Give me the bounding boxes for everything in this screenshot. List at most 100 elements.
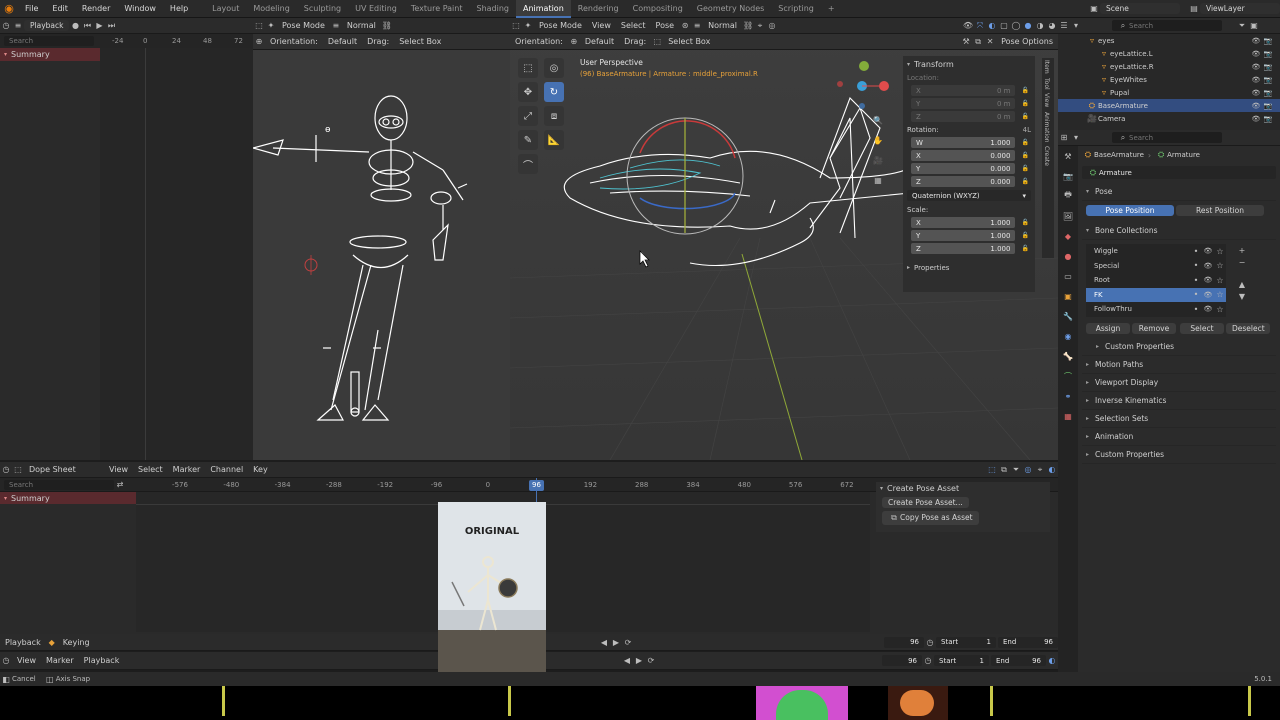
- outliner-row[interactable]: 🎥 Camera 👁 📷: [1058, 112, 1280, 125]
- editor-type-icon[interactable]: ⬚: [510, 20, 522, 32]
- tab-layout[interactable]: Layout: [205, 0, 246, 18]
- menu-view[interactable]: View: [587, 21, 616, 30]
- play-reverse-icon[interactable]: ◀: [621, 655, 633, 667]
- blender-logo-icon[interactable]: ◉: [0, 0, 18, 18]
- lock-icon[interactable]: 🔓: [1019, 111, 1031, 123]
- visibility-eye-icon[interactable]: 👁: [1202, 289, 1214, 301]
- menu-edit[interactable]: Edit: [45, 4, 75, 13]
- play-icon[interactable]: ▶: [633, 655, 645, 667]
- scale-x-field[interactable]: X 1.000: [911, 217, 1016, 228]
- tab-animation[interactable]: Animation: [515, 0, 571, 18]
- location-y-field[interactable]: Y0 m: [911, 98, 1016, 109]
- outliner-type-icon[interactable]: ☰: [1058, 20, 1070, 32]
- left-ruler[interactable]: -24 0 24 48 72: [100, 34, 253, 48]
- lock-icon[interactable]: 🔓: [1019, 176, 1031, 188]
- visibility-eye-icon[interactable]: 👁: [1202, 274, 1214, 286]
- zoom-icon[interactable]: 🔍: [872, 114, 884, 126]
- solo-icon[interactable]: •: [1190, 260, 1202, 272]
- outliner-row[interactable]: ⛭ BaseArmature 👁 📷: [1058, 99, 1280, 112]
- sidebar-tab-view[interactable]: View: [1042, 91, 1051, 109]
- bone-collection-item[interactable]: Root • 👁 ☆: [1086, 273, 1226, 288]
- end-frame-field-2[interactable]: End 96: [991, 655, 1046, 666]
- play-icon[interactable]: ▶: [610, 636, 622, 648]
- pan-hand-icon[interactable]: ✋: [872, 134, 884, 146]
- timeline-playback-menu[interactable]: Playback: [0, 638, 46, 647]
- custom-properties-section[interactable]: ▸ Custom Properties: [1082, 446, 1276, 464]
- tab-shading[interactable]: Shading: [469, 0, 516, 18]
- outliner-row[interactable]: ▿ Pupal 👁 📷: [1058, 86, 1280, 99]
- properties-search-input[interactable]: ⌕ Search: [1112, 132, 1222, 143]
- cursor-tool-icon[interactable]: ◎: [544, 58, 564, 78]
- lock-icon[interactable]: 🔓: [1019, 98, 1031, 110]
- ds-menu-marker[interactable]: Marker: [168, 465, 206, 474]
- properties-subpanel[interactable]: Properties: [914, 264, 949, 272]
- pose-section[interactable]: ▾ Pose: [1082, 183, 1276, 201]
- render-camera-icon[interactable]: 📷: [1262, 35, 1274, 47]
- remove-button[interactable]: Remove: [1132, 322, 1176, 334]
- lock-icon[interactable]: 🔓: [1019, 137, 1031, 149]
- record-icon[interactable]: ●: [69, 20, 81, 32]
- left-shading-selector[interactable]: Normal: [342, 21, 381, 30]
- overlay-icon[interactable]: ◐: [986, 20, 998, 32]
- collection-tab-icon[interactable]: ▭: [1062, 270, 1074, 282]
- editor-type-icon[interactable]: ◷: [0, 655, 12, 667]
- material-shading-icon[interactable]: ◑: [1034, 20, 1046, 32]
- armature-name-field[interactable]: ⛭ Armature: [1082, 166, 1276, 179]
- tab-geometry-nodes[interactable]: Geometry Nodes: [690, 0, 771, 18]
- proportional-icon[interactable]: ◎: [1022, 464, 1034, 476]
- constraint-tab-icon[interactable]: ⚭: [1062, 390, 1074, 402]
- display-mode-icon[interactable]: ▾: [1070, 20, 1082, 32]
- ds-menu-select[interactable]: Select: [133, 465, 168, 474]
- menu-render[interactable]: Render: [75, 4, 117, 13]
- visibility-eye-icon[interactable]: 👁: [1202, 245, 1214, 257]
- lock-icon[interactable]: 🔓: [1019, 163, 1031, 175]
- gizmo-icon[interactable]: ⤧: [974, 20, 986, 32]
- tl-menu-playback[interactable]: Playback: [79, 656, 125, 665]
- clock-icon[interactable]: ◷: [922, 655, 934, 667]
- star-icon[interactable]: ☆: [1214, 303, 1226, 315]
- start-frame-field-1[interactable]: Start 1: [936, 636, 996, 648]
- dope-sheet-mode-selector[interactable]: Dope Sheet: [24, 465, 104, 474]
- ds-menu-view[interactable]: View: [104, 465, 133, 474]
- overlay-icon[interactable]: ◐: [1046, 655, 1058, 667]
- lock-icon[interactable]: 🔓: [1019, 217, 1031, 229]
- copy-pose-asset-button[interactable]: ⧉ Copy Pose as Asset: [882, 511, 979, 525]
- bone-collection-item[interactable]: FK • 👁 ☆: [1086, 287, 1226, 302]
- modifier-tab-icon[interactable]: 🔧: [1062, 310, 1074, 322]
- scene-tab-icon[interactable]: ◆: [1062, 230, 1074, 242]
- tab-sculpting[interactable]: Sculpting: [297, 0, 348, 18]
- render-camera-icon[interactable]: 📷: [1262, 100, 1274, 112]
- visibility-eye-icon[interactable]: 👁: [1250, 74, 1262, 86]
- sidebar-tab-create[interactable]: Create: [1042, 144, 1051, 168]
- solid-shading-icon[interactable]: ●: [1022, 20, 1034, 32]
- scale-y-field[interactable]: Y 1.000: [911, 230, 1016, 241]
- visibility-eye-icon[interactable]: 👁: [1250, 35, 1262, 47]
- visibility-eye-icon[interactable]: 👁: [1202, 260, 1214, 272]
- rotate-tool-icon[interactable]: ↻: [544, 82, 564, 102]
- outliner-row[interactable]: ▿ eyeLattice.R 👁 📷: [1058, 60, 1280, 73]
- camera-view-icon[interactable]: 🎥: [872, 154, 884, 166]
- solo-icon[interactable]: •: [1190, 303, 1202, 315]
- move-tool-icon[interactable]: ✥: [518, 82, 538, 102]
- bone-tool-icon[interactable]: ⌒: [518, 154, 538, 174]
- bone-collection-item[interactable]: Special • 👁 ☆: [1086, 259, 1226, 274]
- menu-file[interactable]: File: [18, 4, 45, 13]
- create-pose-asset-button[interactable]: Create Pose Asset...: [882, 497, 969, 508]
- grid-view-icon[interactable]: ▦: [872, 174, 884, 186]
- tab-scripting[interactable]: Scripting: [771, 0, 821, 18]
- play-reverse-icon[interactable]: ◀: [598, 636, 610, 648]
- tool-tab-icon[interactable]: ⚒: [1062, 150, 1074, 162]
- tl-menu-marker[interactable]: Marker: [41, 656, 79, 665]
- current-frame-indicator[interactable]: 96: [529, 480, 544, 491]
- bone-collection-item[interactable]: Wiggle • 👁 ☆: [1086, 244, 1226, 259]
- filter-icon[interactable]: ⏷: [1236, 20, 1248, 32]
- menu-select[interactable]: Select: [616, 21, 651, 30]
- proportional-icon[interactable]: ◎: [766, 20, 778, 32]
- menu-pose[interactable]: Pose: [651, 21, 680, 30]
- star-icon[interactable]: ☆: [1214, 245, 1226, 257]
- wireframe-shading-icon[interactable]: ◯: [1010, 20, 1022, 32]
- editor-type-icon[interactable]: ◷: [0, 20, 12, 32]
- snap-icon[interactable]: ⌖: [1034, 464, 1046, 476]
- new-collection-icon[interactable]: ▣: [1248, 20, 1260, 32]
- menu-icon[interactable]: ≡: [691, 20, 703, 32]
